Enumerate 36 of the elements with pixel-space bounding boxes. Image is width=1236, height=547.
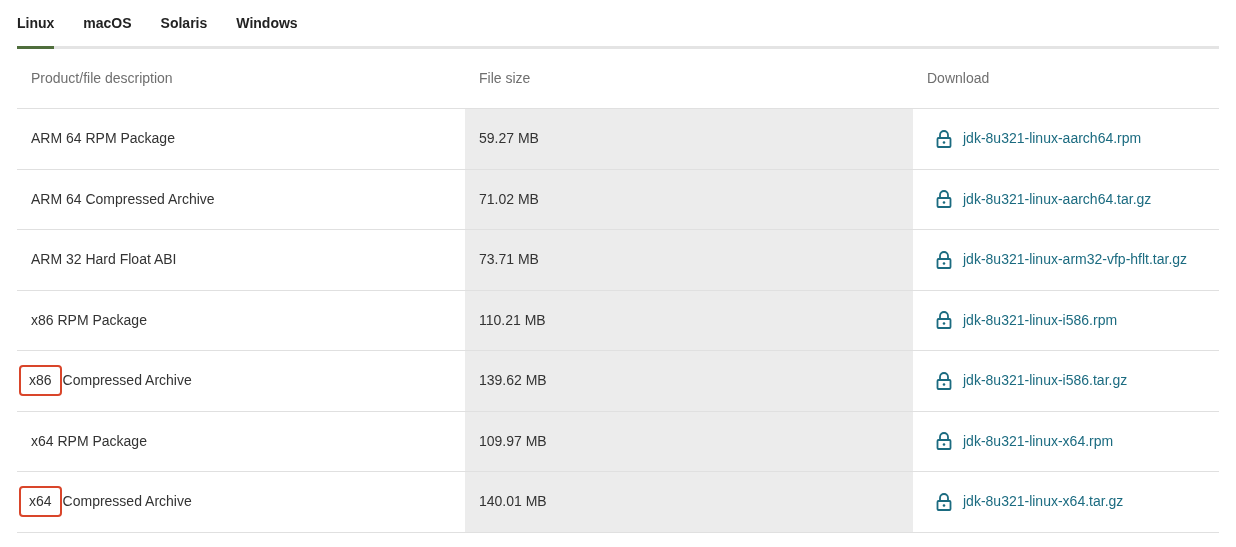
os-tab[interactable]: Windows [236,0,298,49]
file-size-cell: 139.62 MB [465,351,913,412]
file-size-cell: 71.02 MB [465,169,913,230]
lock-icon [936,492,952,511]
description-text: ARM 64 RPM Package [31,129,175,149]
download-link[interactable]: jdk-8u321-linux-x64.tar.gz [963,491,1124,513]
column-header: Product/file description [17,49,465,109]
file-size-cell: 110.21 MB [465,290,913,351]
download-link[interactable]: jdk-8u321-linux-i586.tar.gz [963,370,1128,392]
file-size-cell: 59.27 MB [465,109,913,170]
highlight-box: x86 [19,365,62,397]
highlight-box: x64 [19,486,62,518]
download-link[interactable]: jdk-8u321-linux-aarch64.tar.gz [963,188,1152,210]
description-text: Compressed Archive [62,371,192,391]
description-text: ARM 64 Compressed Archive [31,189,215,209]
lock-icon [936,250,952,269]
file-size-cell: 109.97 MB [465,411,913,472]
lock-icon [936,190,952,209]
description-text: x64 RPM Package [31,431,147,451]
download-link[interactable]: jdk-8u321-linux-i586.rpm [963,309,1118,331]
download-link[interactable]: jdk-8u321-linux-aarch64.rpm [963,128,1142,150]
os-tab[interactable]: macOS [83,0,132,49]
description-text: x86 RPM Package [31,310,147,330]
os-tab[interactable]: Solaris [160,0,208,49]
description-text: ARM 32 Hard Float ABI [31,250,177,270]
file-size-cell: 140.01 MB [465,472,913,533]
description-text: Compressed Archive [62,492,192,512]
lock-icon [936,311,952,330]
lock-icon [936,432,952,451]
file-size-cell: 73.71 MB [465,230,913,291]
download-link[interactable]: jdk-8u321-linux-arm32-vfp-hflt.tar.gz [963,249,1188,271]
download-link[interactable]: jdk-8u321-linux-x64.rpm [963,430,1114,452]
os-tab[interactable]: Linux [17,0,55,49]
lock-icon [936,129,952,148]
column-header: Download [913,49,1219,109]
lock-icon [936,371,952,390]
